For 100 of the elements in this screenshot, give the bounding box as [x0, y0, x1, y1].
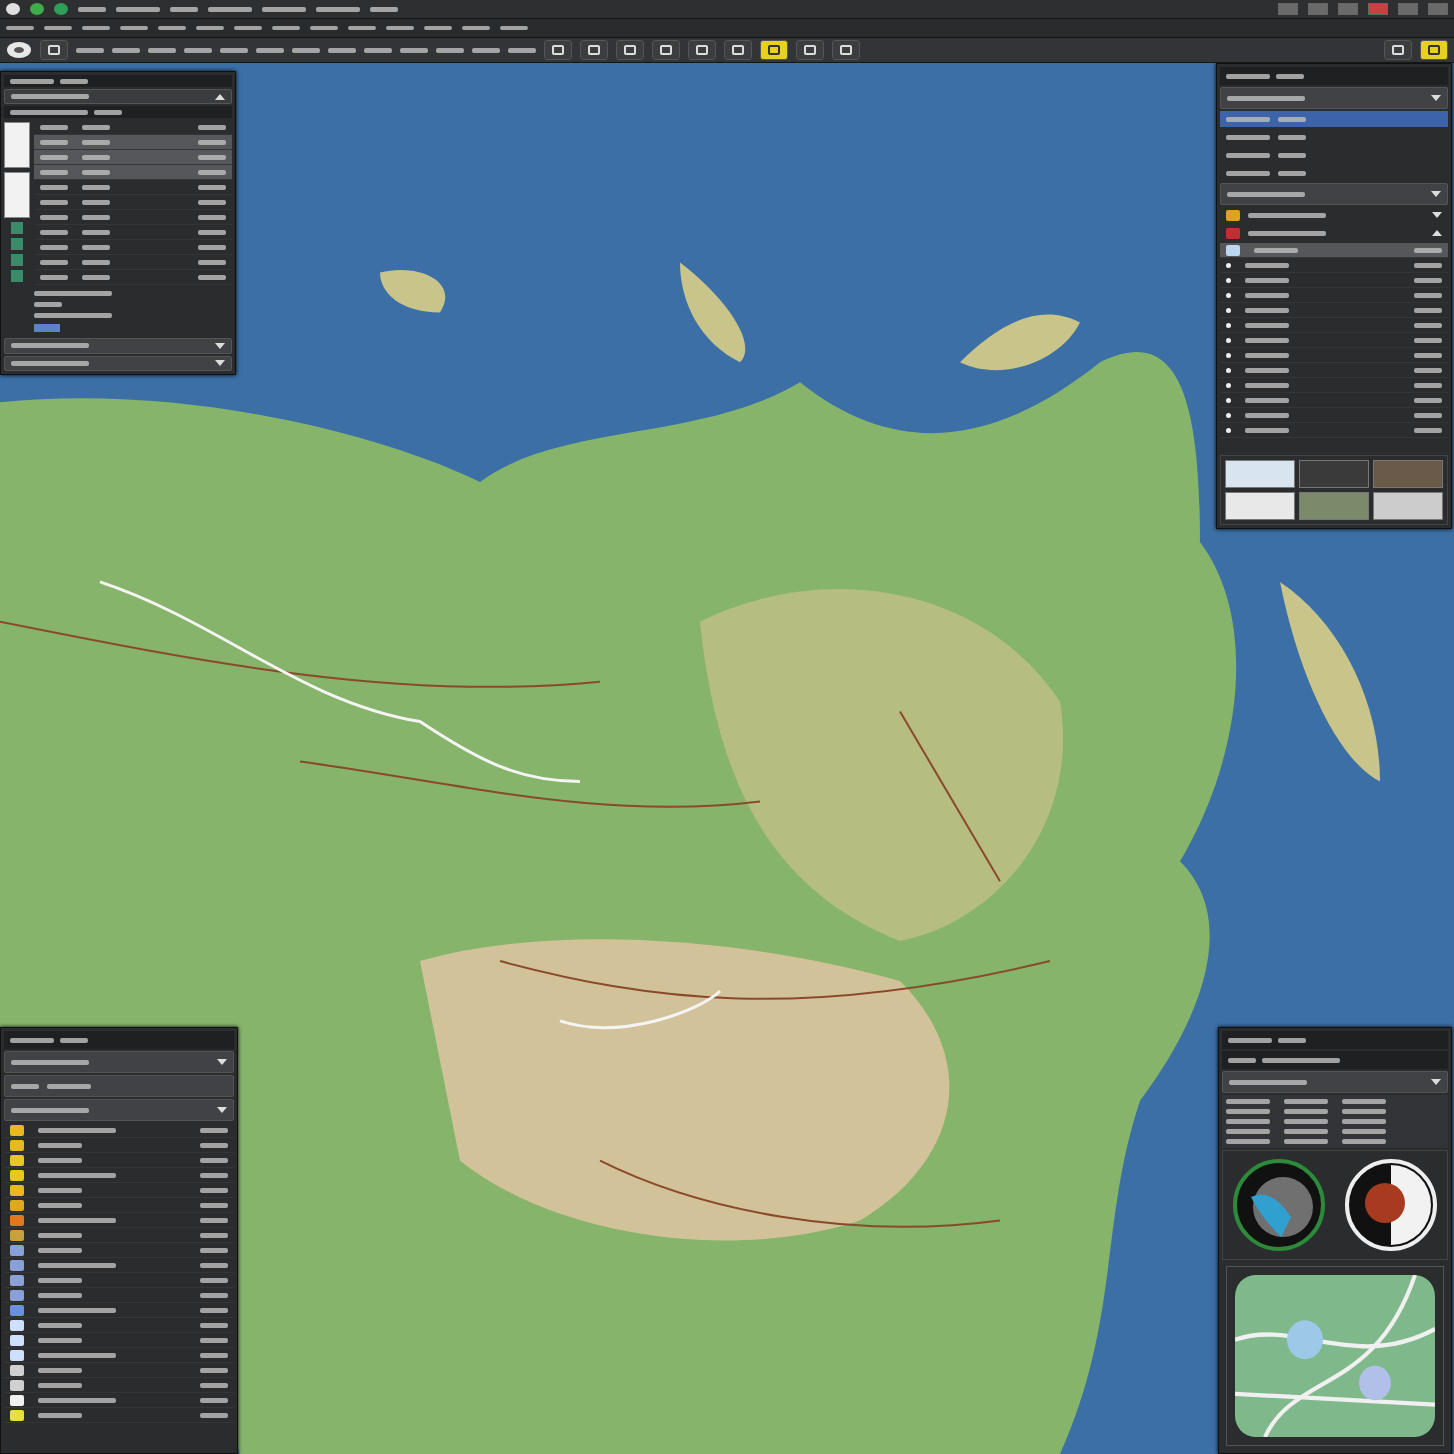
toolbar-item[interactable]: [462, 26, 490, 30]
section-dropdown[interactable]: [4, 1099, 234, 1121]
illegible-text: [38, 1322, 82, 1328]
tool-button[interactable]: [616, 40, 644, 60]
menu-item[interactable]: [170, 6, 198, 12]
toolbar-item[interactable]: [256, 47, 284, 53]
section-dropdown[interactable]: [4, 1051, 234, 1073]
toolbar-item[interactable]: [328, 47, 356, 53]
tool-button[interactable]: [544, 40, 572, 60]
layer-row[interactable]: [4, 1303, 234, 1318]
layer-row[interactable]: [4, 1333, 234, 1348]
menu-item[interactable]: [208, 6, 252, 12]
tool-button[interactable]: [1420, 40, 1448, 60]
app-icon[interactable]: [30, 3, 44, 15]
section-dropdown[interactable]: [4, 355, 232, 371]
table-row[interactable]: [34, 135, 232, 151]
layer-row[interactable]: [4, 1408, 234, 1423]
menu-item[interactable]: [116, 6, 160, 12]
toolbar-item[interactable]: [364, 47, 392, 53]
toolbar-item[interactable]: [158, 26, 186, 30]
toolbar-item[interactable]: [424, 26, 452, 30]
tool-button[interactable]: [40, 40, 68, 60]
tool-button[interactable]: [760, 40, 788, 60]
layer-row[interactable]: [4, 1378, 234, 1393]
photo-placeholder[interactable]: [1225, 460, 1295, 488]
layer-row[interactable]: [4, 1198, 234, 1213]
section-dropdown[interactable]: [1222, 1071, 1448, 1093]
tool-button[interactable]: [724, 40, 752, 60]
list-item[interactable]: [1220, 111, 1448, 127]
tool-button[interactable]: [580, 40, 608, 60]
layer-row[interactable]: [4, 1243, 234, 1258]
section-dropdown[interactable]: [1220, 183, 1448, 205]
tool-button[interactable]: [1384, 40, 1412, 60]
tool-button[interactable]: [796, 40, 824, 60]
tool-button[interactable]: [688, 40, 716, 60]
toolbar-item[interactable]: [386, 26, 414, 30]
app-icon[interactable]: [6, 3, 20, 15]
illegible-text: [82, 214, 110, 220]
layer-row[interactable]: [4, 1288, 234, 1303]
toolbar-item[interactable]: [82, 26, 110, 30]
menu-item[interactable]: [316, 6, 360, 12]
section-dropdown[interactable]: [1220, 87, 1448, 109]
toolbar-item[interactable]: [272, 26, 300, 30]
layer-row[interactable]: [4, 1363, 234, 1378]
toolbar-item[interactable]: [120, 26, 148, 30]
layer-row[interactable]: [4, 1168, 234, 1183]
layer-row[interactable]: [4, 1138, 234, 1153]
menu-item[interactable]: [262, 6, 306, 12]
toolbar-item[interactable]: [472, 47, 500, 53]
table-row[interactable]: [34, 150, 232, 166]
photo-placeholder[interactable]: [1373, 492, 1443, 520]
layer-row[interactable]: [4, 1228, 234, 1243]
layer-row[interactable]: [1220, 243, 1448, 258]
toolbar-item[interactable]: [436, 47, 464, 53]
globe-icon[interactable]: [6, 41, 32, 59]
toolbar-item[interactable]: [500, 26, 528, 30]
link[interactable]: [34, 324, 60, 333]
illegible-text: [38, 1412, 82, 1418]
section-dropdown[interactable]: [4, 89, 232, 105]
layer-row[interactable]: [4, 1213, 234, 1228]
layer-row[interactable]: [4, 1393, 234, 1408]
layer-row[interactable]: [4, 1258, 234, 1273]
toolbar-item[interactable]: [148, 47, 176, 53]
layer-row[interactable]: [4, 1153, 234, 1168]
toolbar-item[interactable]: [76, 47, 104, 53]
layer-row[interactable]: [4, 1183, 234, 1198]
search-field[interactable]: [4, 1075, 234, 1097]
tool-button[interactable]: [652, 40, 680, 60]
illegible-text: [198, 154, 226, 160]
photo-placeholder[interactable]: [1299, 460, 1369, 488]
bullet-icon: [1226, 307, 1231, 313]
bullet-icon: [1226, 277, 1231, 283]
menu-item[interactable]: [78, 6, 106, 12]
layer-row[interactable]: [4, 1273, 234, 1288]
tool-button[interactable]: [832, 40, 860, 60]
illegible-text: [200, 1412, 228, 1418]
menu-item[interactable]: [370, 6, 398, 12]
layer-row[interactable]: [4, 1348, 234, 1363]
illegible-text: [200, 1217, 228, 1223]
toolbar-item[interactable]: [112, 47, 140, 53]
toolbar-item[interactable]: [184, 47, 212, 53]
bullet-icon: [1226, 322, 1231, 328]
toolbar-item[interactable]: [310, 26, 338, 30]
layer-row[interactable]: [4, 1318, 234, 1333]
toolbar-item[interactable]: [6, 26, 34, 30]
toolbar-item[interactable]: [508, 47, 536, 53]
photo-placeholder[interactable]: [1225, 492, 1295, 520]
illegible-text: [1342, 1099, 1386, 1104]
table-row[interactable]: [34, 165, 232, 181]
toolbar-item[interactable]: [220, 47, 248, 53]
toolbar-item[interactable]: [348, 26, 376, 30]
layer-row[interactable]: [4, 1123, 234, 1138]
illegible-text: [38, 1382, 82, 1388]
toolbar-item[interactable]: [400, 47, 428, 53]
toolbar-item[interactable]: [234, 26, 262, 30]
section-dropdown[interactable]: [4, 338, 232, 354]
toolbar-item[interactable]: [44, 26, 72, 30]
toolbar-item[interactable]: [196, 26, 224, 30]
illegible-text: [198, 274, 226, 280]
toolbar-item[interactable]: [292, 47, 320, 53]
